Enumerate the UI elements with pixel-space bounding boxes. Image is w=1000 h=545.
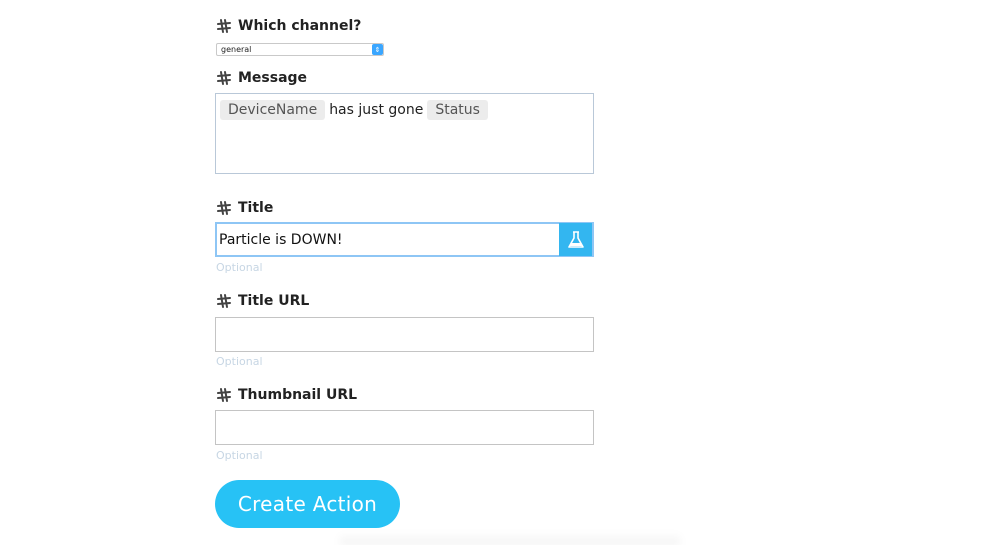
slack-icon: [217, 388, 231, 402]
title-optional-hint: Optional: [216, 261, 263, 274]
title-url-input[interactable]: [215, 317, 594, 352]
thumbnail-url-label: Thumbnail URL: [238, 387, 358, 403]
slack-icon: [217, 71, 231, 85]
channel-select[interactable]: general ⇕: [216, 43, 384, 56]
title-input[interactable]: Particle is DOWN!: [215, 222, 594, 257]
title-input-value: Particle is DOWN!: [219, 231, 343, 248]
thumbnail-url-input[interactable]: [215, 410, 594, 445]
create-action-button[interactable]: Create Action: [215, 480, 400, 528]
message-field-label: Message: [216, 70, 307, 86]
message-label: Message: [238, 70, 308, 86]
channel-label: Which channel?: [238, 18, 362, 34]
thumbnail-url-field-label: Thumbnail URL: [216, 387, 357, 403]
title-url-field-label: Title URL: [216, 293, 309, 309]
ingredient-pill-devicename[interactable]: DeviceName: [220, 100, 326, 120]
slack-icon: [217, 19, 231, 33]
slack-icon: [217, 294, 231, 308]
channel-field-label: Which channel?: [216, 18, 361, 34]
channel-select-value: general: [221, 45, 252, 54]
message-textarea[interactable]: DeviceName has just gone Status: [215, 93, 594, 174]
title-field-label: Title: [216, 200, 273, 216]
slack-icon: [217, 201, 231, 215]
title-label: Title: [238, 200, 274, 216]
thumbnail-url-optional-hint: Optional: [216, 449, 263, 462]
bottom-shadow: [340, 533, 680, 545]
ingredient-pill-status[interactable]: Status: [427, 100, 488, 120]
title-url-label: Title URL: [238, 293, 310, 309]
flask-icon: [567, 230, 584, 248]
title-url-optional-hint: Optional: [216, 355, 263, 368]
updown-icon: ⇕: [372, 44, 383, 55]
add-ingredient-button[interactable]: [559, 223, 592, 256]
message-static-text: has just gone: [329, 102, 424, 118]
